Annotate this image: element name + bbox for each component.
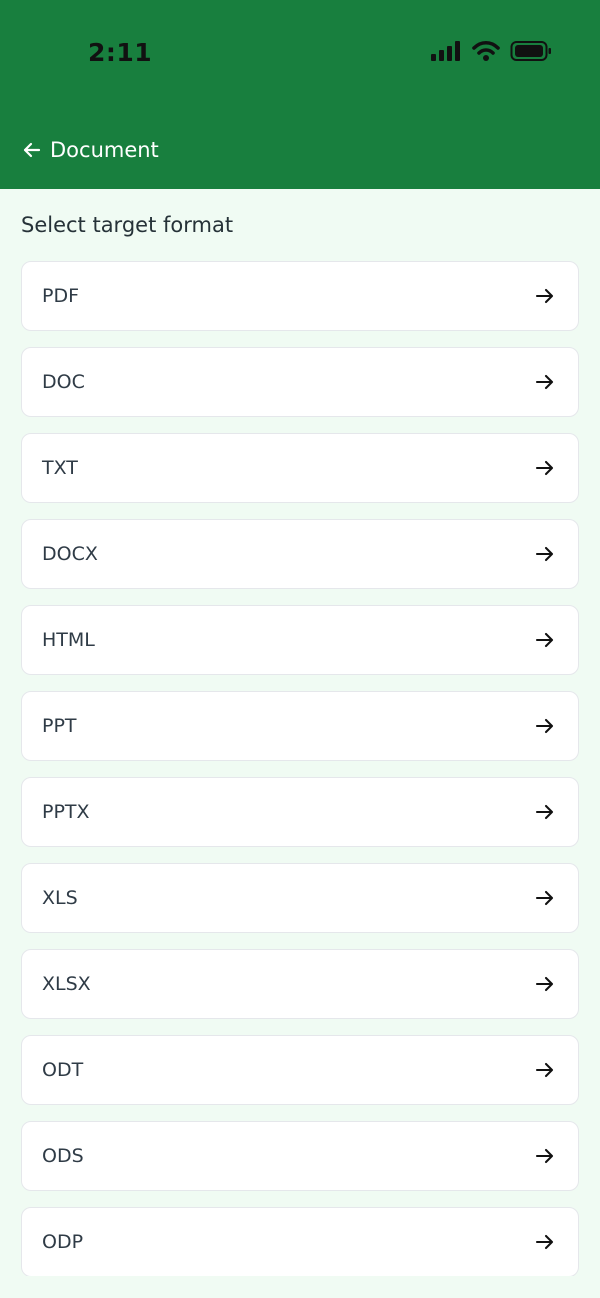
format-label: PDF — [42, 285, 80, 307]
format-item-pptx[interactable]: PPTX — [21, 777, 579, 847]
arrow-right-icon — [534, 1231, 556, 1253]
format-label: DOC — [42, 371, 85, 393]
format-item-xlsx[interactable]: XLSX — [21, 949, 579, 1019]
format-item-ods[interactable]: ODS — [21, 1121, 579, 1191]
format-item-pdf[interactable]: PDF — [21, 261, 579, 331]
page-title: Document — [50, 138, 159, 162]
format-label: TXT — [42, 457, 78, 479]
back-navigation[interactable]: Document — [22, 138, 159, 162]
format-label: XLS — [42, 887, 78, 909]
format-item-ppt[interactable]: PPT — [21, 691, 579, 761]
format-item-odp[interactable]: ODP — [21, 1207, 579, 1277]
format-label: PPT — [42, 715, 77, 737]
cellular-signal-icon — [431, 41, 462, 61]
format-label: HTML — [42, 629, 95, 651]
format-item-doc[interactable]: DOC — [21, 347, 579, 417]
format-item-docx[interactable]: DOCX — [21, 519, 579, 589]
arrow-right-icon — [534, 285, 556, 307]
arrow-right-icon — [534, 1145, 556, 1167]
arrow-right-icon — [534, 543, 556, 565]
format-label: PPTX — [42, 801, 90, 823]
format-label: ODT — [42, 1059, 84, 1081]
arrow-right-icon — [534, 629, 556, 651]
arrow-right-icon — [534, 801, 556, 823]
format-item-html[interactable]: HTML — [21, 605, 579, 675]
arrow-right-icon — [534, 973, 556, 995]
battery-icon — [510, 40, 552, 62]
format-label: XLSX — [42, 973, 91, 995]
arrow-right-icon — [534, 371, 556, 393]
wifi-icon — [472, 40, 500, 62]
arrow-left-icon[interactable] — [22, 140, 42, 160]
section-title: Select target format — [21, 213, 234, 237]
arrow-right-icon — [534, 887, 556, 909]
status-icons — [431, 40, 552, 62]
arrow-right-icon — [534, 1059, 556, 1081]
format-item-odt[interactable]: ODT — [21, 1035, 579, 1105]
bottom-safe-area — [0, 1276, 600, 1298]
arrow-right-icon — [534, 457, 556, 479]
status-time: 2:11 — [88, 38, 153, 67]
format-list: PDF DOC TXT DOCX HTML PPT PPTX XLS XLSX … — [21, 261, 579, 1277]
main-content: Select target format PDF DOC TXT DOCX HT… — [21, 189, 579, 1277]
app-header: 2:11 Document — [0, 0, 600, 189]
format-item-xls[interactable]: XLS — [21, 863, 579, 933]
status-bar: 2:11 — [0, 0, 600, 110]
format-label: ODP — [42, 1231, 84, 1253]
format-item-txt[interactable]: TXT — [21, 433, 579, 503]
format-label: DOCX — [42, 543, 98, 565]
format-label: ODS — [42, 1145, 84, 1167]
arrow-right-icon — [534, 715, 556, 737]
